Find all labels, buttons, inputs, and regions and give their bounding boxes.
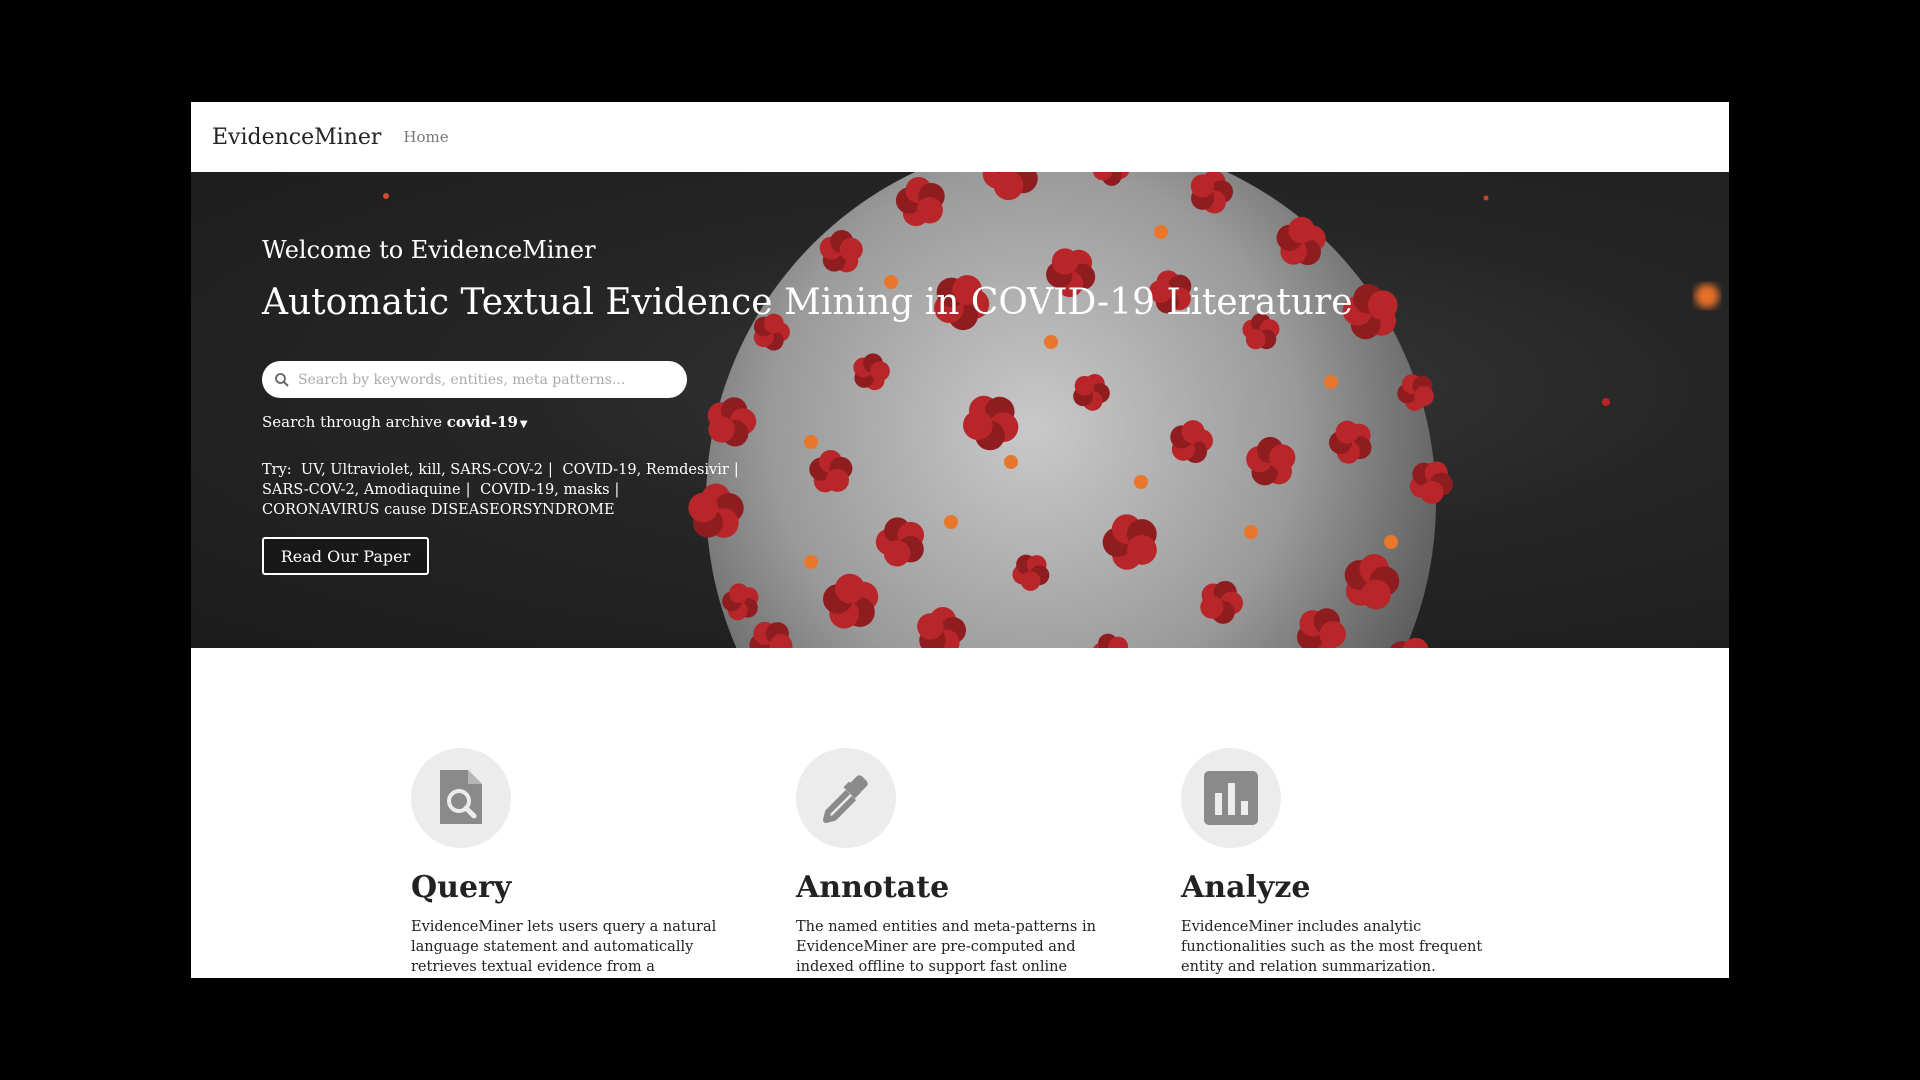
separator: | bbox=[733, 462, 739, 478]
try-example-link[interactable]: SARS-COV-2, Amodiaquine bbox=[262, 482, 461, 498]
feature-annotate: Annotate The named entities and meta-pat… bbox=[796, 748, 1126, 978]
feature-title: Analyze bbox=[1181, 870, 1311, 905]
try-example-link[interactable]: COVID-19, Remdesivir bbox=[562, 462, 728, 478]
separator: | bbox=[614, 482, 620, 498]
virus-particle bbox=[1154, 225, 1168, 239]
virus-particle bbox=[1384, 535, 1398, 549]
search-input[interactable] bbox=[296, 370, 670, 389]
browser-page: EvidenceMiner Home Welcome to EvidenceMi… bbox=[191, 102, 1729, 978]
virus-particle bbox=[944, 515, 958, 529]
feature-description: The named entities and meta-patterns in … bbox=[796, 919, 1096, 975]
feature-description: EvidenceMiner includes analytic function… bbox=[1181, 919, 1483, 975]
separator: | bbox=[547, 462, 553, 478]
eyedropper-icon bbox=[796, 748, 896, 848]
archive-dropdown[interactable]: covid-19 ▼ bbox=[447, 413, 528, 431]
feature-analyze: Analyze EvidenceMiner includes analytic … bbox=[1181, 748, 1511, 977]
virus-particle bbox=[1044, 335, 1058, 349]
archive-prefix: Search through archive bbox=[262, 413, 447, 431]
feature-title: Query bbox=[411, 870, 512, 905]
bar-chart-icon bbox=[1181, 748, 1281, 848]
hero-section: Welcome to EvidenceMiner Automatic Textu… bbox=[191, 172, 1729, 648]
separator: | bbox=[465, 482, 471, 498]
try-label: Try: bbox=[262, 462, 292, 478]
features-section: Query EvidenceMiner lets users query a n… bbox=[191, 648, 1729, 978]
caret-down-icon: ▼ bbox=[519, 419, 528, 430]
try-examples: Try: UV, Ultraviolet, kill, SARS-COV-2 | … bbox=[262, 460, 782, 520]
hero-headline: Automatic Textual Evidence Mining in COV… bbox=[262, 282, 1353, 323]
brand-logo[interactable]: EvidenceMiner bbox=[212, 125, 381, 150]
archive-value: covid-19 bbox=[446, 413, 518, 431]
try-example-link[interactable]: COVID-19, masks bbox=[480, 482, 609, 498]
welcome-text: Welcome to EvidenceMiner bbox=[262, 236, 596, 264]
archive-selector-row: Search through archive covid-19 ▼ bbox=[262, 413, 528, 431]
feature-title: Annotate bbox=[796, 870, 950, 905]
feature-query: Query EvidenceMiner lets users query a n… bbox=[411, 748, 741, 978]
feature-description: EvidenceMiner lets users query a natural… bbox=[411, 919, 717, 975]
virus-particle bbox=[1244, 525, 1258, 539]
nav-home-link[interactable]: Home bbox=[403, 128, 448, 146]
search-icon bbox=[274, 372, 290, 388]
virus-particle bbox=[804, 435, 818, 449]
virus-particle bbox=[1134, 475, 1148, 489]
virus-particle bbox=[804, 555, 818, 569]
navbar: EvidenceMiner Home bbox=[191, 102, 1729, 172]
try-example-link[interactable]: CORONAVIRUS cause DISEASEORSYNDROME bbox=[262, 502, 615, 518]
virus-particle bbox=[1004, 455, 1018, 469]
virus-particle bbox=[1324, 375, 1338, 389]
search-box[interactable] bbox=[262, 361, 687, 398]
read-paper-button[interactable]: Read Our Paper bbox=[262, 537, 429, 575]
document-search-icon bbox=[411, 748, 511, 848]
try-example-link[interactable]: UV, Ultraviolet, kill, SARS-COV-2 bbox=[301, 462, 543, 478]
